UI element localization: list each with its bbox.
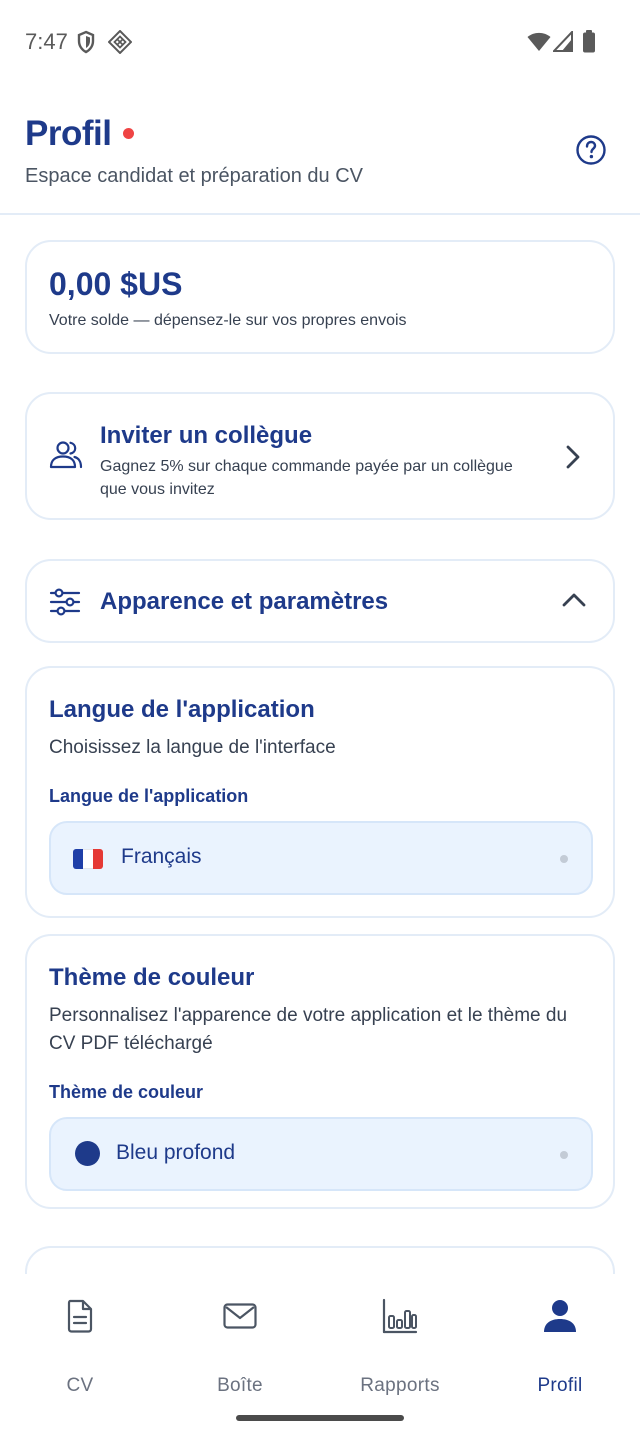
document-icon xyxy=(67,1299,93,1333)
next-settings-card xyxy=(25,1246,615,1274)
invite-description: Gagnez 5% sur chaque commande payée par … xyxy=(100,458,513,498)
theme-select-value: Bleu profond xyxy=(116,1141,236,1164)
language-card-description: Choisissez la langue de l'interface xyxy=(49,737,336,758)
theme-card: Thème de couleur Personnalisez l'apparen… xyxy=(25,934,615,1209)
bar-chart-icon xyxy=(382,1298,418,1334)
page-title: Profil xyxy=(25,114,112,153)
battery-icon xyxy=(583,30,595,53)
nav-label-profile: Profil xyxy=(537,1375,583,1396)
theme-field-label: Thème de couleur xyxy=(49,1082,204,1102)
profile-content[interactable]: 0,00 $US Votre solde — dépensez-le sur v… xyxy=(0,216,640,1274)
nav-label-cv: CV xyxy=(66,1375,94,1396)
notification-dot xyxy=(123,128,134,139)
settings-section-title: Apparence et paramètres xyxy=(100,588,389,615)
chevron-right-icon xyxy=(566,445,580,469)
appearance-settings-header[interactable]: Apparence et paramètres xyxy=(25,559,615,643)
language-card-title: Langue de l'application xyxy=(49,696,315,723)
nav-label-reports: Rapports xyxy=(360,1375,440,1396)
help-circle-icon[interactable] xyxy=(575,134,607,166)
status-bar: 7:47 xyxy=(0,0,640,84)
mail-icon xyxy=(223,1303,257,1329)
french-flag-icon xyxy=(73,849,103,869)
user-icon xyxy=(544,1300,576,1332)
nav-item-inbox[interactable]: Boîte xyxy=(160,1298,320,1398)
status-time: 7:47 xyxy=(25,29,68,54)
balance-card: 0,00 $US Votre solde — dépensez-le sur v… xyxy=(25,240,615,354)
users-icon xyxy=(49,441,83,469)
shield-icon xyxy=(77,30,95,54)
theme-select[interactable]: Bleu profond xyxy=(49,1117,593,1191)
diamond-grid-icon xyxy=(108,30,132,54)
nav-item-reports[interactable]: Rapports xyxy=(320,1298,480,1398)
language-select-value: Français xyxy=(121,845,202,868)
balance-description: Votre solde — dépensez-le sur vos propre… xyxy=(49,312,407,329)
page-header: Profil Espace candidat et préparation du… xyxy=(0,84,640,215)
language-select[interactable]: Français xyxy=(49,821,593,895)
page-subtitle: Espace candidat et préparation du CV xyxy=(25,165,363,187)
select-indicator-icon xyxy=(560,1151,568,1159)
home-indicator[interactable] xyxy=(236,1415,404,1421)
nav-label-inbox: Boîte xyxy=(217,1375,263,1396)
theme-card-title: Thème de couleur xyxy=(49,964,255,991)
invite-colleague-card[interactable]: Inviter un collègue Gagnez 5% sur chaque… xyxy=(25,392,615,520)
language-field-label: Langue de l'application xyxy=(49,786,249,806)
select-indicator-icon xyxy=(560,855,568,863)
sliders-icon xyxy=(49,588,81,616)
nav-item-profile[interactable]: Profil xyxy=(480,1298,640,1398)
invite-title: Inviter un collègue xyxy=(100,422,313,449)
chevron-up-icon[interactable] xyxy=(561,591,587,609)
nav-item-cv[interactable]: CV xyxy=(0,1298,160,1398)
bottom-navigation: CV Boîte Rapports Profil xyxy=(0,1274,640,1437)
wifi-icon xyxy=(527,32,551,51)
language-card: Langue de l'application Choisissez la la… xyxy=(25,666,615,918)
theme-card-description: Personnalisez l'apparence de votre appli… xyxy=(49,1005,568,1054)
theme-swatch xyxy=(75,1141,100,1166)
balance-amount: 0,00 $US xyxy=(49,266,183,302)
signal-icon xyxy=(553,31,573,52)
